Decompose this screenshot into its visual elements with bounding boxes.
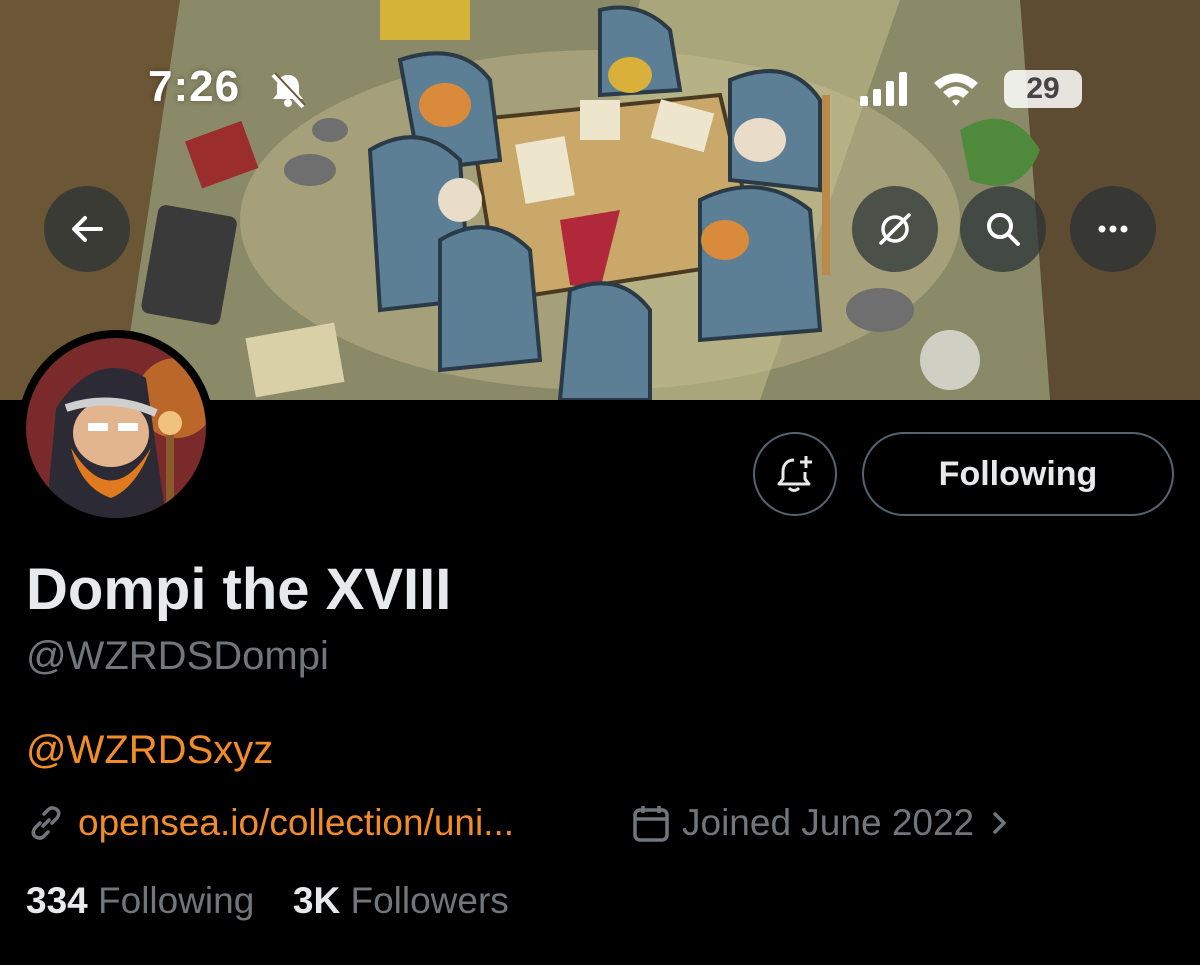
status-time: 7:26 [148, 62, 241, 111]
notifications-button[interactable] [753, 432, 837, 516]
arrow-left-icon [72, 216, 103, 242]
bio-mention-link[interactable]: @WZRDSxyz [26, 728, 273, 773]
link-icon [31, 806, 61, 840]
website-text[interactable]: opensea.io/collection/uni... [78, 802, 514, 844]
cellular-signal-icon [860, 72, 907, 106]
followers-stat[interactable]: 3K Followers [293, 880, 509, 921]
joined-date[interactable]: Joined June 2022 [632, 798, 1012, 848]
following-stat[interactable]: 334 Following [26, 880, 265, 921]
joined-text: Joined June 2022 [682, 802, 975, 843]
avatar-image [26, 338, 206, 518]
following-label: Following [98, 880, 255, 921]
website-link[interactable]: opensea.io/collection/uni... [26, 798, 514, 848]
following-count: 334 [26, 880, 88, 921]
profile-avatar[interactable] [18, 330, 214, 526]
following-button[interactable]: Following [862, 432, 1174, 516]
search-icon [987, 213, 1020, 246]
back-button[interactable] [44, 186, 130, 272]
silent-mode-icon [271, 72, 306, 109]
followers-count: 3K [292, 880, 341, 921]
battery-level: 29 [1004, 70, 1082, 108]
status-bar: 7:26 29 [0, 0, 1200, 120]
follow-stats: 334 Following 3K Followers [26, 880, 509, 922]
search-button[interactable] [960, 186, 1046, 272]
more-icon [1098, 225, 1128, 233]
user-handle: @WZRDSDompi [26, 634, 329, 678]
more-button[interactable] [1070, 186, 1156, 272]
wifi-icon [934, 73, 978, 106]
profile-meta-row: opensea.io/collection/uni... Joined June… [26, 798, 1186, 848]
followers-label: Followers [350, 880, 509, 921]
chevron-right-icon [993, 812, 1006, 834]
profile-banner[interactable]: 7:26 29 [0, 0, 1200, 400]
bell-plus-icon [777, 456, 812, 492]
grok-button[interactable] [852, 186, 938, 272]
grok-icon [879, 213, 911, 245]
calendar-icon [633, 806, 669, 842]
display-name: Dompi the XVIII [26, 557, 452, 622]
